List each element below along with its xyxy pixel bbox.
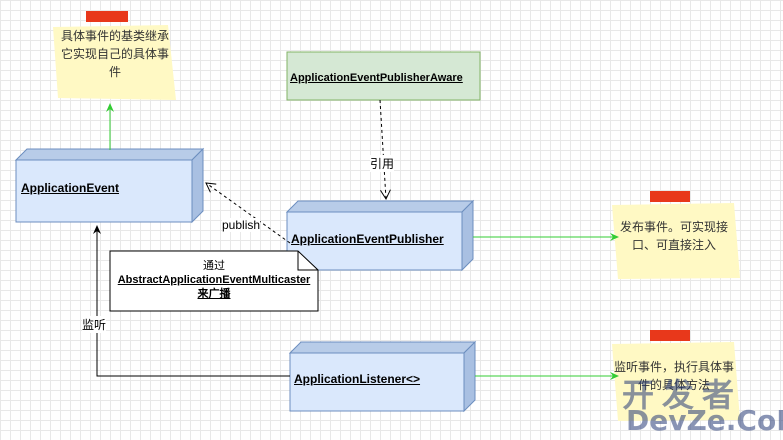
edge-publish: [205, 182, 291, 244]
callout-text: 通过 AbstractApplicationEventMulticaster 来…: [110, 259, 318, 301]
callout-line1: 通过: [203, 260, 225, 272]
tape-icon: [86, 11, 128, 22]
note-base-class-text: 具体事件的基类继承它实现自己的具体事件: [60, 29, 169, 79]
edge-aware-to-publisher: [379, 99, 391, 201]
note-publish-text: 发布事件。可实现接口、可直接注入: [619, 220, 728, 252]
edge-label-publish: publish: [222, 218, 261, 232]
tape-icon: [650, 191, 690, 202]
edge-label-listen: 监听: [82, 316, 107, 333]
label-listener: ApplicationListener<>: [294, 372, 421, 386]
edge-label-reference: 引用: [370, 155, 395, 172]
watermark-bottom: DevZe.CoM: [626, 404, 783, 437]
label-application-event: ApplicationEvent: [21, 181, 120, 195]
label-publisher-aware: ApplicationEventPublisherAware: [290, 72, 463, 84]
tape-icon: [650, 330, 690, 341]
callout-line2: AbstractApplicationEventMulticaster: [117, 274, 311, 286]
callout-line3: 来广播: [197, 288, 231, 300]
label-publisher: ApplicationEventPublisher: [291, 232, 444, 246]
